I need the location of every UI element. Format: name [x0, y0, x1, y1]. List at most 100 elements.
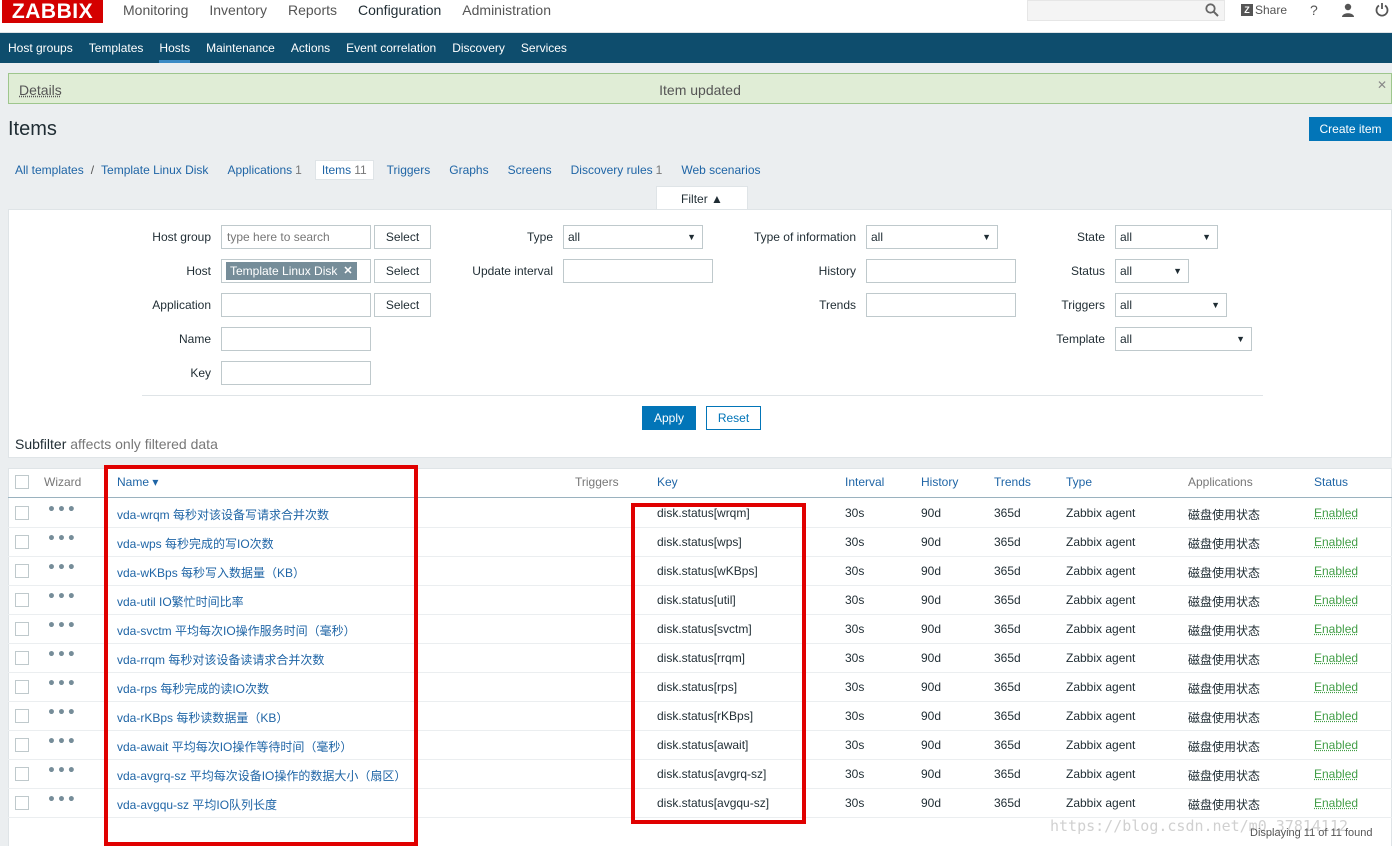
create-item-button[interactable]: Create item [1309, 117, 1392, 141]
menu-reports[interactable]: Reports [288, 2, 337, 18]
host-select-button[interactable]: Select [374, 259, 431, 283]
item-history: 90d [921, 796, 942, 810]
status-select[interactable]: all ▼ [1115, 259, 1189, 283]
tab-graphs[interactable]: Graphs [449, 163, 488, 177]
item-status-toggle[interactable]: Enabled [1314, 622, 1358, 636]
row-checkbox[interactable] [15, 506, 29, 520]
submenu-discovery[interactable]: Discovery [444, 33, 513, 63]
message-text: Item updated [659, 82, 741, 98]
remove-chip-icon[interactable]: ✕ [343, 263, 352, 279]
item-trends: 365d [994, 680, 1021, 694]
dropdown-arrow-icon: ▼ [1211, 300, 1220, 310]
wizard-menu-icon[interactable]: ••• [47, 589, 77, 605]
item-status-toggle[interactable]: Enabled [1314, 709, 1358, 723]
row-checkbox[interactable] [15, 651, 29, 665]
item-status-toggle[interactable]: Enabled [1314, 535, 1358, 549]
row-checkbox[interactable] [15, 593, 29, 607]
item-history: 90d [921, 651, 942, 665]
application-input[interactable] [221, 293, 371, 317]
wizard-menu-icon[interactable]: ••• [47, 676, 77, 692]
submenu-services[interactable]: Services [513, 33, 575, 63]
zabbix-logo[interactable]: ZABBIX [2, 0, 103, 23]
key-input[interactable] [221, 361, 371, 385]
name-input[interactable] [221, 327, 371, 351]
tab-applications[interactable]: Applications 1 [227, 163, 301, 177]
item-status-toggle[interactable]: Enabled [1314, 796, 1358, 810]
reset-button[interactable]: Reset [706, 406, 761, 430]
col-interval-sort[interactable]: Interval [845, 475, 884, 489]
item-status-toggle[interactable]: Enabled [1314, 564, 1358, 578]
tab-items[interactable]: Items 11 [314, 160, 374, 180]
row-checkbox[interactable] [15, 622, 29, 636]
col-key-sort[interactable]: Key [657, 475, 678, 489]
close-icon[interactable]: ✕ [1377, 78, 1387, 92]
trends-input[interactable] [866, 293, 1016, 317]
tab-items-label: Items [321, 163, 352, 177]
item-status-toggle[interactable]: Enabled [1314, 680, 1358, 694]
menu-configuration[interactable]: Configuration [358, 2, 441, 18]
wizard-menu-icon[interactable]: ••• [47, 734, 77, 750]
col-type-sort[interactable]: Type [1066, 475, 1092, 489]
tab-triggers[interactable]: Triggers [387, 163, 431, 177]
state-select[interactable]: all ▼ [1115, 225, 1218, 249]
col-trends-sort[interactable]: Trends [994, 475, 1031, 489]
wizard-menu-icon[interactable]: ••• [47, 647, 77, 663]
submenu-actions[interactable]: Actions [283, 33, 338, 63]
apply-button[interactable]: Apply [642, 406, 696, 430]
application-select-button[interactable]: Select [374, 293, 431, 317]
type-select[interactable]: all ▼ [563, 225, 703, 249]
menu-inventory[interactable]: Inventory [209, 2, 267, 18]
col-status-sort[interactable]: Status [1314, 475, 1348, 489]
col-triggers: Triggers [575, 475, 619, 489]
share-link[interactable]: Z Share [1241, 3, 1287, 17]
update-interval-input[interactable] [563, 259, 713, 283]
submenu-maintenance[interactable]: Maintenance [198, 33, 283, 63]
wizard-menu-icon[interactable]: ••• [47, 502, 77, 518]
host-group-select-button[interactable]: Select [374, 225, 431, 249]
template-select[interactable]: all ▼ [1115, 327, 1252, 351]
type-of-information-select[interactable]: all ▼ [866, 225, 998, 249]
breadcrumb-template[interactable]: Template Linux Disk [101, 163, 208, 177]
submenu-event-correlation[interactable]: Event correlation [338, 33, 444, 63]
wizard-menu-icon[interactable]: ••• [47, 618, 77, 634]
host-group-input[interactable]: type here to search [221, 225, 371, 249]
tab-web-scenarios[interactable]: Web scenarios [681, 163, 760, 177]
tab-applications-count: 1 [295, 163, 302, 177]
triggers-select[interactable]: all ▼ [1115, 293, 1227, 317]
row-checkbox[interactable] [15, 535, 29, 549]
menu-administration[interactable]: Administration [462, 2, 551, 18]
wizard-menu-icon[interactable]: ••• [47, 560, 77, 576]
row-checkbox[interactable] [15, 796, 29, 810]
wizard-menu-icon[interactable]: ••• [47, 763, 77, 779]
row-checkbox[interactable] [15, 767, 29, 781]
filter-toggle-tab[interactable]: Filter ▲ [656, 186, 748, 210]
wizard-menu-icon[interactable]: ••• [47, 531, 77, 547]
tab-screens[interactable]: Screens [508, 163, 552, 177]
col-history-sort[interactable]: History [921, 475, 958, 489]
item-status-toggle[interactable]: Enabled [1314, 651, 1358, 665]
sign-out-icon[interactable] [1375, 2, 1389, 17]
submenu-hosts[interactable]: Hosts [151, 33, 198, 63]
row-checkbox[interactable] [15, 564, 29, 578]
select-all-checkbox[interactable] [15, 475, 29, 489]
wizard-menu-icon[interactable]: ••• [47, 705, 77, 721]
tab-discovery-rules[interactable]: Discovery rules 1 [571, 163, 663, 177]
item-status-toggle[interactable]: Enabled [1314, 767, 1358, 781]
item-history: 90d [921, 680, 942, 694]
global-search-input[interactable] [1027, 0, 1225, 21]
search-icon[interactable] [1205, 3, 1219, 17]
item-status-toggle[interactable]: Enabled [1314, 506, 1358, 520]
submenu-templates[interactable]: Templates [81, 33, 152, 63]
item-status-toggle[interactable]: Enabled [1314, 593, 1358, 607]
row-checkbox[interactable] [15, 738, 29, 752]
breadcrumb-all-templates[interactable]: All templates [15, 163, 84, 177]
menu-monitoring[interactable]: Monitoring [123, 2, 188, 18]
wizard-menu-icon[interactable]: ••• [47, 792, 77, 808]
row-checkbox[interactable] [15, 680, 29, 694]
user-profile-icon[interactable] [1341, 3, 1355, 17]
help-icon[interactable]: ? [1310, 2, 1318, 18]
history-input[interactable] [866, 259, 1016, 283]
row-checkbox[interactable] [15, 709, 29, 723]
submenu-host-groups[interactable]: Host groups [0, 33, 81, 63]
item-status-toggle[interactable]: Enabled [1314, 738, 1358, 752]
